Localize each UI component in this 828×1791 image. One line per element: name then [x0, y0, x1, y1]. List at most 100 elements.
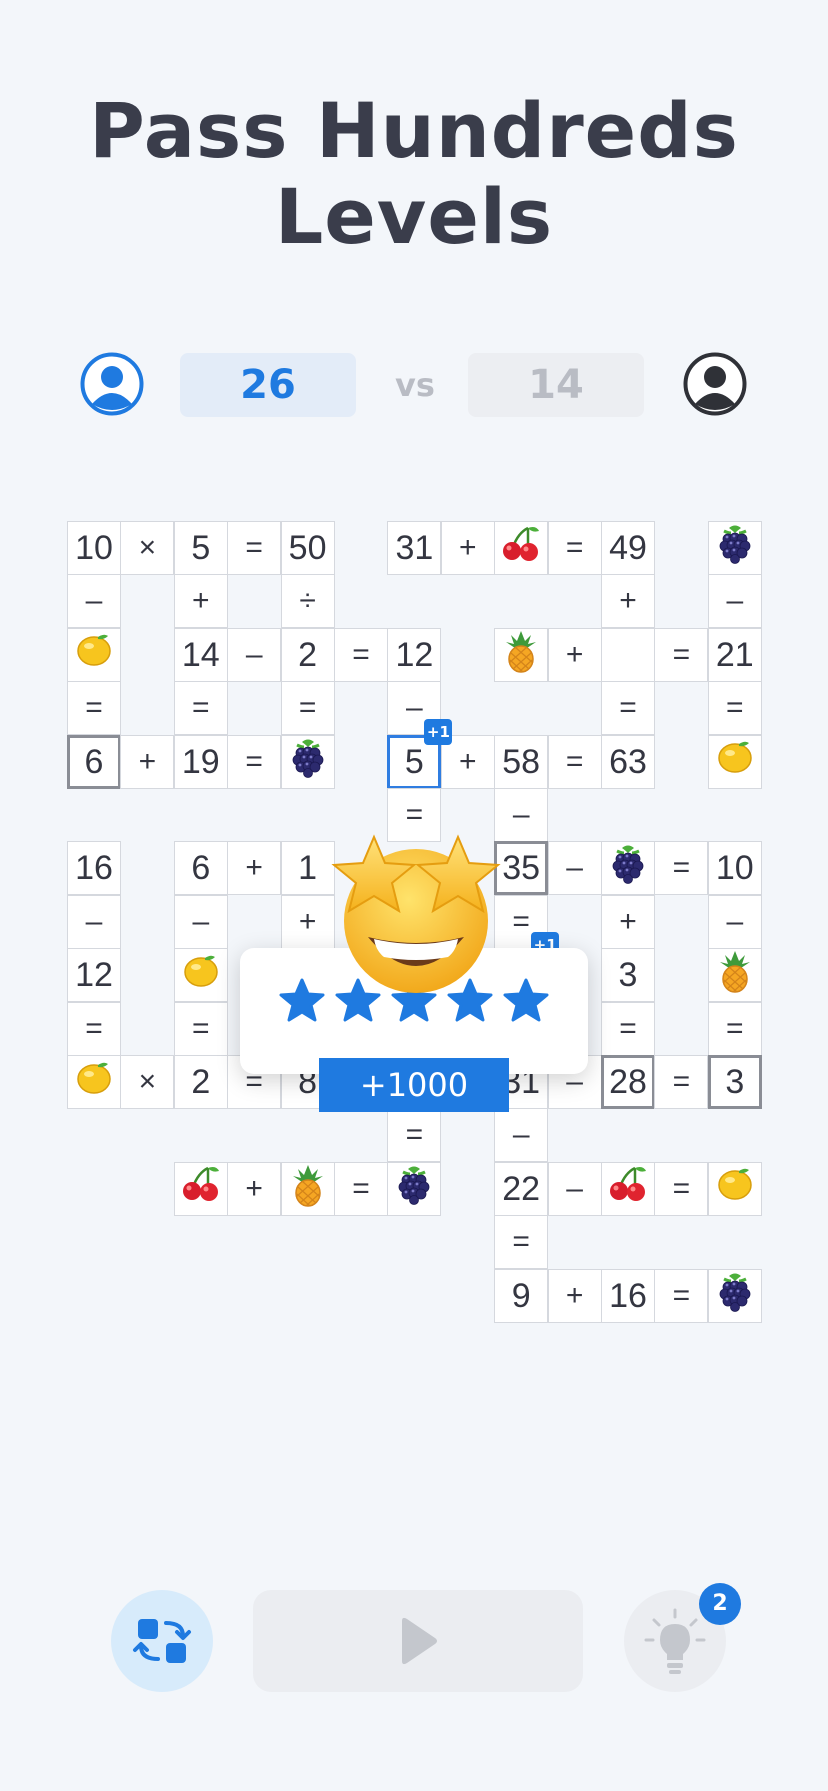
operator-cell[interactable]: – — [494, 1108, 549, 1163]
plus-one-badge: +1 — [424, 718, 453, 745]
blackberry-cell[interactable] — [280, 734, 335, 789]
operator-cell[interactable]: – — [707, 574, 762, 629]
operator-cell[interactable]: – — [67, 894, 121, 949]
cherry-icon — [180, 1163, 222, 1218]
number-cell[interactable]: 14 — [173, 627, 228, 682]
number-cell[interactable]: 16 — [67, 841, 121, 896]
number-cell[interactable]: 58 — [494, 734, 549, 789]
blackberry-icon — [394, 1163, 434, 1220]
hint-count-badge: 2 — [699, 1583, 741, 1625]
number-cell[interactable]: 3 — [707, 1055, 762, 1109]
swap-button[interactable] — [111, 1590, 213, 1692]
lemon-cell[interactable] — [173, 948, 228, 1003]
lemon-cell[interactable] — [707, 1161, 762, 1216]
operator-cell[interactable]: – — [67, 574, 121, 629]
number-cell[interactable]: 5 — [173, 521, 228, 575]
operator-cell[interactable]: = — [227, 521, 282, 575]
blackberry-icon — [715, 1270, 755, 1327]
operator-cell[interactable]: × — [120, 521, 175, 575]
operator-cell[interactable]: + — [547, 627, 602, 682]
play-button[interactable] — [253, 1590, 583, 1692]
swap-icon — [133, 1619, 191, 1663]
lemon-cell[interactable] — [67, 1055, 121, 1109]
operator-cell[interactable]: = — [387, 1108, 442, 1163]
number-cell[interactable]: 6 — [67, 734, 121, 789]
number-cell[interactable]: 16 — [601, 1268, 655, 1323]
operator-cell[interactable]: = — [173, 1001, 228, 1056]
lemon-icon — [74, 1057, 114, 1112]
blackberry-cell[interactable] — [387, 1161, 442, 1216]
operator-cell[interactable]: – — [707, 894, 762, 949]
operator-cell[interactable]: = — [173, 681, 228, 736]
operator-cell[interactable]: + — [601, 894, 655, 949]
operator-cell[interactable]: + — [173, 574, 228, 629]
number-cell[interactable]: 10 — [67, 521, 121, 575]
number-cell[interactable]: 28 — [601, 1055, 655, 1109]
blackberry-cell[interactable] — [601, 841, 655, 896]
blackberry-cell[interactable] — [707, 1268, 762, 1323]
operator-cell[interactable]: + — [440, 521, 495, 575]
pineapple-icon — [501, 629, 541, 688]
operator-cell[interactable]: + — [120, 734, 175, 789]
operator-cell[interactable]: = — [334, 627, 388, 682]
number-cell[interactable]: 31 — [387, 521, 442, 575]
number-cell[interactable]: 12 — [387, 627, 442, 682]
operator-cell[interactable]: = — [227, 734, 282, 789]
operator-cell[interactable]: ÷ — [280, 574, 335, 629]
number-cell[interactable]: 6 — [173, 841, 228, 896]
number-cell[interactable]: 9 — [494, 1268, 549, 1323]
operator-cell[interactable]: = — [707, 681, 762, 736]
operator-cell[interactable]: + — [227, 1161, 282, 1216]
number-cell[interactable]: 63 — [601, 734, 655, 789]
lemon-cell[interactable] — [67, 627, 121, 682]
operator-cell[interactable]: + — [601, 574, 655, 629]
pineapple-icon — [288, 1163, 328, 1222]
number-cell[interactable]: 21 — [707, 627, 762, 682]
number-cell[interactable]: 10 — [707, 841, 762, 896]
blackberry-icon — [608, 842, 648, 899]
operator-cell[interactable]: = — [654, 1055, 709, 1109]
operator-cell[interactable]: = — [654, 627, 709, 682]
lemon-cell[interactable] — [707, 734, 762, 789]
number-cell[interactable]: 22 — [494, 1161, 549, 1216]
operator-cell[interactable]: = — [654, 1268, 709, 1323]
operator-cell[interactable]: × — [120, 1055, 175, 1109]
operator-cell[interactable]: + — [280, 894, 335, 949]
operator-cell[interactable]: = — [494, 1215, 549, 1270]
pineapple-cell[interactable] — [494, 627, 549, 682]
number-cell[interactable]: 19 — [173, 734, 228, 789]
pineapple-cell[interactable] — [280, 1161, 335, 1216]
number-cell[interactable]: 12 — [67, 948, 121, 1003]
number-cell[interactable]: 2 — [173, 1055, 228, 1109]
number-cell[interactable]: 50 — [280, 521, 335, 575]
operator-cell[interactable]: – — [547, 1161, 602, 1216]
number-cell[interactable]: 1 — [280, 841, 335, 896]
blackberry-cell[interactable] — [707, 521, 762, 575]
operator-cell[interactable]: = — [654, 1161, 709, 1216]
operator-cell[interactable]: – — [227, 627, 282, 682]
cherry-cell[interactable] — [494, 521, 549, 575]
operator-cell[interactable]: = — [67, 1001, 121, 1056]
cherry-cell[interactable] — [173, 1161, 228, 1218]
operator-cell[interactable]: = — [67, 681, 121, 736]
operator-cell[interactable]: = — [707, 1001, 762, 1056]
operator-cell[interactable]: = — [280, 681, 335, 736]
operator-cell[interactable]: = — [547, 521, 602, 575]
number-cell[interactable]: 3 — [601, 948, 655, 1003]
operator-cell[interactable]: = — [654, 841, 709, 896]
operator-cell[interactable]: + — [547, 1268, 602, 1323]
number-cell[interactable]: 2 — [280, 627, 335, 682]
operator-cell[interactable]: – — [547, 841, 602, 896]
operator-cell[interactable]: = — [334, 1161, 388, 1216]
number-cell[interactable]: 49 — [601, 521, 655, 575]
pineapple-cell[interactable] — [707, 948, 762, 1003]
star-icon — [503, 978, 549, 1026]
operator-cell[interactable]: + — [227, 841, 282, 896]
operator-cell[interactable]: – — [173, 894, 228, 949]
operator-cell[interactable]: = — [601, 1001, 655, 1056]
cherry-cell[interactable] — [601, 1161, 655, 1216]
empty-cell[interactable] — [601, 627, 655, 682]
play-icon — [402, 1617, 437, 1665]
operator-cell[interactable]: = — [601, 681, 655, 736]
operator-cell[interactable]: = — [547, 734, 602, 789]
